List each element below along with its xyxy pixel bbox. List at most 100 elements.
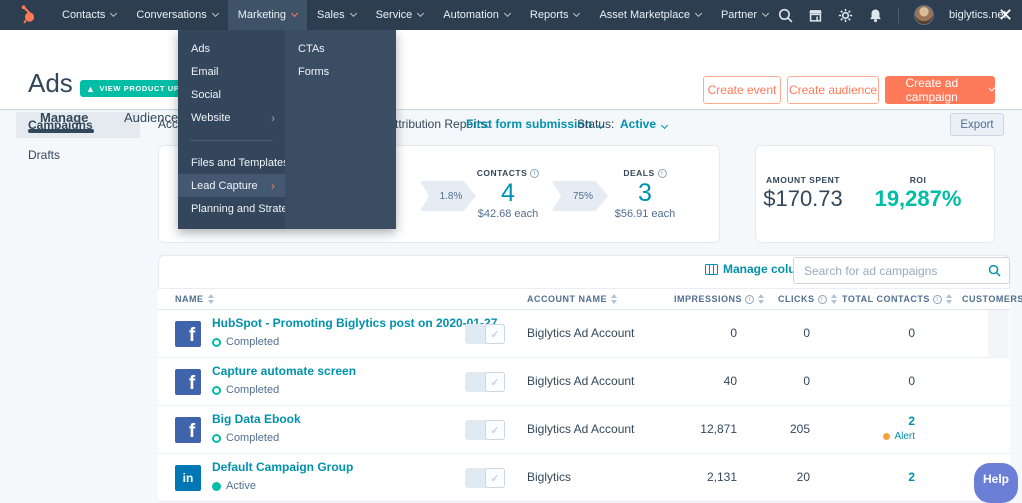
- nav-marketing[interactable]: Marketing: [227, 0, 308, 30]
- info-icon[interactable]: i: [530, 168, 540, 178]
- deals-value[interactable]: 3: [638, 178, 652, 208]
- contacts-stat: CONTACTS i 4 $42.68 each: [465, 145, 551, 243]
- status-label: Completed: [226, 336, 280, 348]
- column-header-impressions[interactable]: IMPRESSIONS i: [674, 294, 765, 304]
- campaign-status: Completed: [212, 432, 279, 444]
- notifications-bell-icon[interactable]: [868, 8, 883, 23]
- contacts-alert[interactable]: Alert: [835, 431, 915, 442]
- create-ad-campaign-button[interactable]: Create ad campaign: [885, 76, 996, 104]
- export-button[interactable]: Export: [950, 113, 1004, 136]
- status-dropdown[interactable]: Active: [620, 117, 669, 131]
- sort-icon[interactable]: [611, 294, 617, 304]
- campaign-search: [793, 257, 1010, 284]
- menu-item-ads[interactable]: Ads: [178, 37, 285, 60]
- roi-stat: ROI 19,287%: [874, 145, 962, 243]
- sort-icon[interactable]: [207, 294, 214, 304]
- campaign-toggle[interactable]: ✓: [465, 420, 505, 440]
- chevron-down-icon: [761, 9, 770, 18]
- column-header-name[interactable]: NAME: [175, 294, 214, 304]
- info-icon[interactable]: i: [657, 168, 667, 178]
- page-header: Ads ▲ VIEW PRODUCT UPDATES Create event …: [0, 30, 1022, 133]
- nav-utilities: biglytics.net: [778, 5, 1022, 25]
- sort-icon[interactable]: [830, 294, 837, 304]
- search-input[interactable]: [794, 263, 988, 278]
- alert-dot-icon: [883, 433, 891, 440]
- status-completed-icon: [212, 337, 221, 347]
- primary-nav: Contacts Conversations Marketing Sales S…: [52, 0, 778, 30]
- help-button[interactable]: Help: [974, 463, 1018, 503]
- nav-automation[interactable]: Automation: [433, 0, 520, 30]
- toggle-check-icon: ✓: [485, 420, 505, 440]
- campaign-toggle[interactable]: ✓: [465, 468, 505, 488]
- impressions-cell: 2,131: [706, 470, 737, 484]
- sort-icon[interactable]: [758, 294, 765, 304]
- marketing-menu-column: Ads Email Social Website › Files and Temp…: [178, 30, 303, 229]
- nav-label: Partner: [720, 9, 758, 21]
- menu-item-planning-and-strategy[interactable]: Planning and Strategy›: [178, 197, 303, 220]
- campaign-toggle[interactable]: ✓: [465, 324, 505, 344]
- campaign-name-link[interactable]: Default Campaign Group: [212, 460, 353, 474]
- stat-label: ROI: [909, 175, 927, 185]
- submenu-item-ctas[interactable]: CTAs: [285, 37, 396, 60]
- menu-item-website[interactable]: Website ›: [178, 106, 285, 129]
- lead-capture-submenu: CTAs Forms: [285, 30, 396, 229]
- nav-asset-marketplace[interactable]: Asset Marketplace: [589, 0, 710, 30]
- nav-conversations[interactable]: Conversations: [126, 0, 227, 30]
- chevron-down-icon: [211, 9, 219, 18]
- close-icon[interactable]: ✕: [998, 5, 1013, 25]
- campaign-name-link[interactable]: Big Data Ebook: [212, 412, 301, 426]
- table-header-row: NAME ACCOUNT NAME IMPRESSIONS i CLICKS i T…: [158, 288, 1022, 310]
- menu-label: Files and Templates: [191, 156, 289, 169]
- column-header-account-name[interactable]: ACCOUNT NAME: [527, 294, 617, 304]
- clicks-cell: 20: [796, 470, 810, 484]
- nav-reports[interactable]: Reports: [520, 0, 590, 30]
- toggle-check-icon: ✓: [485, 324, 505, 344]
- tab-audiences[interactable]: Audiences: [124, 110, 185, 125]
- status-completed-icon: [212, 385, 221, 395]
- menu-item-social[interactable]: Social: [178, 83, 285, 106]
- user-avatar[interactable]: [914, 5, 935, 25]
- settings-gear-icon[interactable]: [838, 8, 853, 23]
- info-icon[interactable]: i: [817, 294, 827, 304]
- chevron-down-icon: [503, 9, 511, 18]
- column-header-total-contacts[interactable]: TOTAL CONTACTS i: [842, 294, 952, 304]
- sort-icon[interactable]: [945, 294, 952, 304]
- column-header-clicks[interactable]: CLICKS i: [778, 294, 837, 304]
- menu-item-email[interactable]: Email: [178, 60, 285, 83]
- account-name-cell: Biglytics Ad Account: [527, 422, 635, 436]
- total-contacts-link[interactable]: 2: [835, 470, 915, 484]
- nav-sales[interactable]: Sales: [307, 0, 366, 30]
- nav-label: Marketing: [237, 9, 287, 21]
- marketplace-icon[interactable]: [808, 8, 823, 23]
- create-audience-button[interactable]: Create audience: [787, 76, 879, 104]
- conversion-rate-value: 75%: [572, 190, 593, 202]
- search-icon[interactable]: [988, 264, 1001, 277]
- nav-contacts[interactable]: Contacts: [52, 0, 126, 30]
- search-icon[interactable]: [778, 8, 793, 23]
- status-label: Completed: [226, 432, 280, 444]
- campaign-toggle[interactable]: ✓: [465, 372, 505, 392]
- create-event-button[interactable]: Create event: [703, 76, 781, 104]
- page-title: Ads: [28, 68, 73, 98]
- submenu-item-forms[interactable]: Forms: [285, 60, 396, 83]
- roi-value: 19,287%: [874, 186, 962, 211]
- table-row: f Big Data Ebook Completed ✓ Biglytics A…: [158, 406, 1010, 454]
- info-icon[interactable]: i: [745, 294, 755, 304]
- contacts-value[interactable]: 4: [501, 178, 515, 208]
- dropdown-value: Active: [620, 117, 657, 131]
- sidebar-item-drafts[interactable]: Drafts: [28, 148, 60, 162]
- nav-partner[interactable]: Partner: [711, 0, 778, 30]
- nav-service[interactable]: Service: [366, 0, 434, 30]
- menu-item-files-and-templates[interactable]: Files and Templates›: [178, 151, 293, 174]
- info-icon[interactable]: i: [932, 294, 942, 304]
- campaign-name-link[interactable]: HubSpot - Promoting Biglytics post on 20…: [212, 316, 497, 330]
- campaign-name-link[interactable]: Capture automate screen: [212, 364, 356, 378]
- tab-manage[interactable]: Manage: [40, 110, 88, 125]
- total-contacts-link[interactable]: 2: [835, 414, 915, 428]
- hubspot-logo-icon[interactable]: [18, 4, 38, 26]
- chevron-down-icon: [110, 9, 118, 18]
- account-name-cell: Biglytics Ad Account: [527, 326, 635, 340]
- chevron-down-icon: [573, 9, 581, 18]
- menu-item-lead-capture[interactable]: Lead Capture ›: [178, 174, 285, 197]
- column-header-customers[interactable]: CUSTOMERSi: [962, 294, 1022, 304]
